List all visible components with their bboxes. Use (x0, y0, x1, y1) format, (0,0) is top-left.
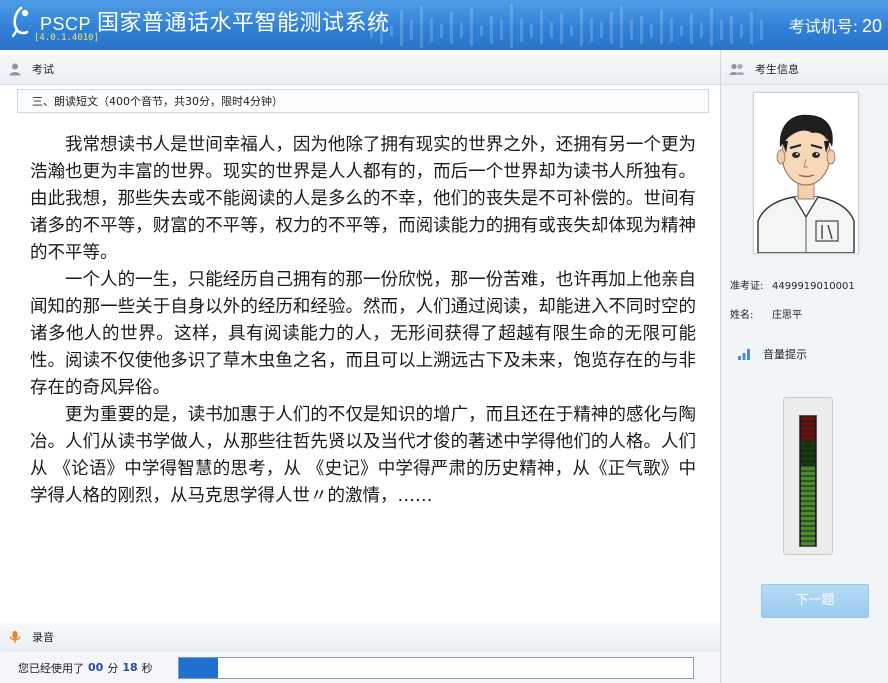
volume-meter-segment (801, 421, 815, 426)
volume-meter (783, 397, 833, 555)
machine-number-label: 考试机号: (788, 17, 858, 36)
machine-number-value: 20 (861, 16, 882, 36)
app-header: PSCP 国家普通话水平智能测试系统 [4.0.1.4010] 考试机号: 20 (0, 0, 888, 50)
machine-number: 考试机号: 20 (789, 13, 882, 37)
next-question-button[interactable]: 下一题 (761, 584, 869, 618)
recording-section-header: 录音 (0, 622, 720, 653)
exam-section-label: 考试 (32, 63, 54, 76)
volume-meter-segment (801, 506, 815, 511)
system-name: 国家普通话水平智能测试系统 (97, 11, 390, 36)
version-label: [4.0.1.4010] (34, 33, 100, 43)
volume-hint: 音量提示 (737, 346, 807, 362)
name-value: 庄思平 (772, 310, 802, 321)
volume-meter-segment (801, 526, 815, 531)
volume-meter-segment (801, 471, 815, 476)
passage-paragraph: 更为重要的是，读书加惠于人们的不仅是知识的增广，而且还在于精神的感化与陶冶。人们… (30, 405, 696, 506)
volume-meter-segment (801, 436, 815, 441)
volume-meter-segment (801, 521, 815, 526)
candidate-section-label: 考生信息 (755, 63, 799, 76)
volume-meter-segment (801, 486, 815, 491)
volume-meter-segment (801, 466, 815, 471)
volume-meter-segment (801, 416, 815, 421)
exam-id-row: 准考证: 4499919010001 (730, 277, 855, 292)
volume-meter-segment (801, 441, 815, 446)
volume-meter-segment (801, 501, 815, 506)
exam-id-label: 准考证: (730, 281, 764, 292)
volume-meter-segment (801, 456, 815, 461)
volume-meter-segment (801, 446, 815, 451)
microphone-icon (9, 631, 21, 643)
volume-meter-segment (801, 541, 815, 546)
passage-paragraph: 我常想读书人是世间幸福人，因为他除了拥有现实的世界之外，还拥有另一个更为浩瀚也更… (30, 135, 696, 263)
recording-section-label: 录音 (32, 631, 54, 644)
volume-bars-icon (738, 349, 750, 360)
candidate-photo (753, 92, 859, 254)
volume-meter-segment (801, 496, 815, 501)
name-row: 姓名: 庄思平 (730, 306, 802, 321)
seconds-value: 18 (122, 661, 138, 674)
volume-meter-segment (801, 451, 815, 456)
candidate-section-header: 考生信息 (721, 54, 888, 85)
volume-meter-track (799, 415, 817, 547)
volume-meter-segment (801, 511, 815, 516)
microphone-logo-icon (11, 6, 29, 38)
recording-progress-bar (178, 657, 694, 679)
users-icon (729, 63, 745, 75)
question-title: 三、朗读短文（400个音节，共30分，限时4分钟） (17, 89, 709, 113)
volume-meter-segment (801, 481, 815, 486)
seconds-unit: 秒 (141, 661, 153, 675)
volume-meter-segment (801, 431, 815, 436)
user-icon (9, 63, 21, 76)
volume-meter-bars (801, 416, 815, 546)
volume-meter-segment (801, 536, 815, 541)
volume-meter-segment (801, 461, 815, 466)
exam-id-value: 4499919010001 (772, 281, 855, 292)
volume-hint-label: 音量提示 (763, 348, 807, 361)
exam-section-header: 考试 (0, 54, 720, 85)
volume-meter-segment (801, 476, 815, 481)
passage-paragraph: 一个人的一生，只能经历自己拥有的那一份欣悦，那一份苦难，也许再加上他亲自闻知的那… (30, 270, 696, 398)
brand-name: PSCP (40, 14, 92, 34)
volume-meter-segment (801, 531, 815, 536)
minutes-value: 00 (88, 661, 104, 674)
volume-meter-segment (801, 426, 815, 431)
reading-passage: 我常想读书人是世间幸福人，因为他除了拥有现实的世界之外，还拥有另一个更为浩瀚也更… (30, 132, 696, 510)
volume-meter-segment (801, 516, 815, 521)
minutes-unit: 分 (107, 661, 119, 675)
candidate-avatar-icon (754, 93, 858, 254)
volume-meter-segment (801, 491, 815, 496)
time-used-label: 您已经使用了 (18, 661, 84, 675)
recording-progress-fill (179, 658, 218, 678)
name-label: 姓名: (730, 310, 754, 321)
